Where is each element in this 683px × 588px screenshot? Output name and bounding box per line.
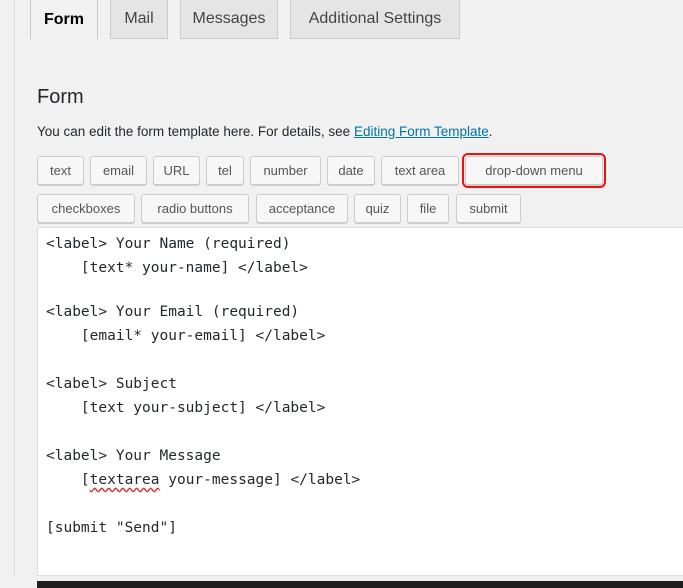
section-title: Form (37, 86, 84, 108)
code-line: <label> Your Email (required) (46, 304, 300, 320)
tab-mail[interactable]: Mail (110, 0, 168, 39)
description-end: . (488, 124, 493, 139)
tag-button-date[interactable]: date (327, 156, 375, 185)
tag-button-email[interactable]: email (90, 156, 147, 185)
tab-additional-settings[interactable]: Additional Settings (290, 0, 460, 39)
bottom-dark-bar (37, 581, 683, 588)
code-line: [submit "Send"] (46, 520, 177, 536)
code-line: <label> Your Message (46, 448, 221, 464)
code-line: <label> Your Name (required) (46, 236, 291, 252)
code-line: [textarea your-message] </label> (46, 472, 360, 488)
spellcheck-word: textarea (89, 472, 160, 488)
tag-button-submit[interactable]: submit (456, 194, 521, 223)
tag-button-tel[interactable]: tel (206, 156, 244, 185)
code-line: [text your-subject] </label> (46, 400, 326, 416)
tag-button-text[interactable]: text (37, 156, 84, 185)
form-template-editor[interactable]: <label> Your Name (required) [text* your… (37, 227, 683, 576)
description-text: You can edit the form template here. For… (37, 124, 354, 139)
tab-bar: Form Mail Messages Additional Settings (14, 0, 683, 40)
code-fragment: your-message] </label> (159, 472, 361, 488)
tag-button-checkboxes[interactable]: checkboxes (37, 194, 135, 223)
tag-button-drop-down-menu[interactable]: drop-down menu (462, 153, 606, 188)
code-line: [text* your-name] </label> (46, 260, 308, 276)
editing-form-template-link[interactable]: Editing Form Template (354, 124, 489, 139)
tag-button-radio-buttons[interactable]: radio buttons (141, 194, 249, 223)
form-description: You can edit the form template here. For… (37, 124, 493, 139)
left-margin (0, 0, 14, 588)
code-fragment: [ (46, 472, 90, 488)
tag-button-number[interactable]: number (250, 156, 321, 185)
tag-button-url[interactable]: URL (153, 156, 200, 185)
tag-button-text-area[interactable]: text area (381, 156, 459, 185)
tag-button-file[interactable]: file (407, 194, 449, 223)
tag-button-acceptance[interactable]: acceptance (256, 194, 348, 223)
code-line: [email* your-email] </label> (46, 328, 326, 344)
tab-messages[interactable]: Messages (180, 0, 278, 39)
tab-form[interactable]: Form (30, 0, 98, 40)
tag-button-quiz[interactable]: quiz (354, 194, 401, 223)
code-line: <label> Subject (46, 376, 177, 392)
